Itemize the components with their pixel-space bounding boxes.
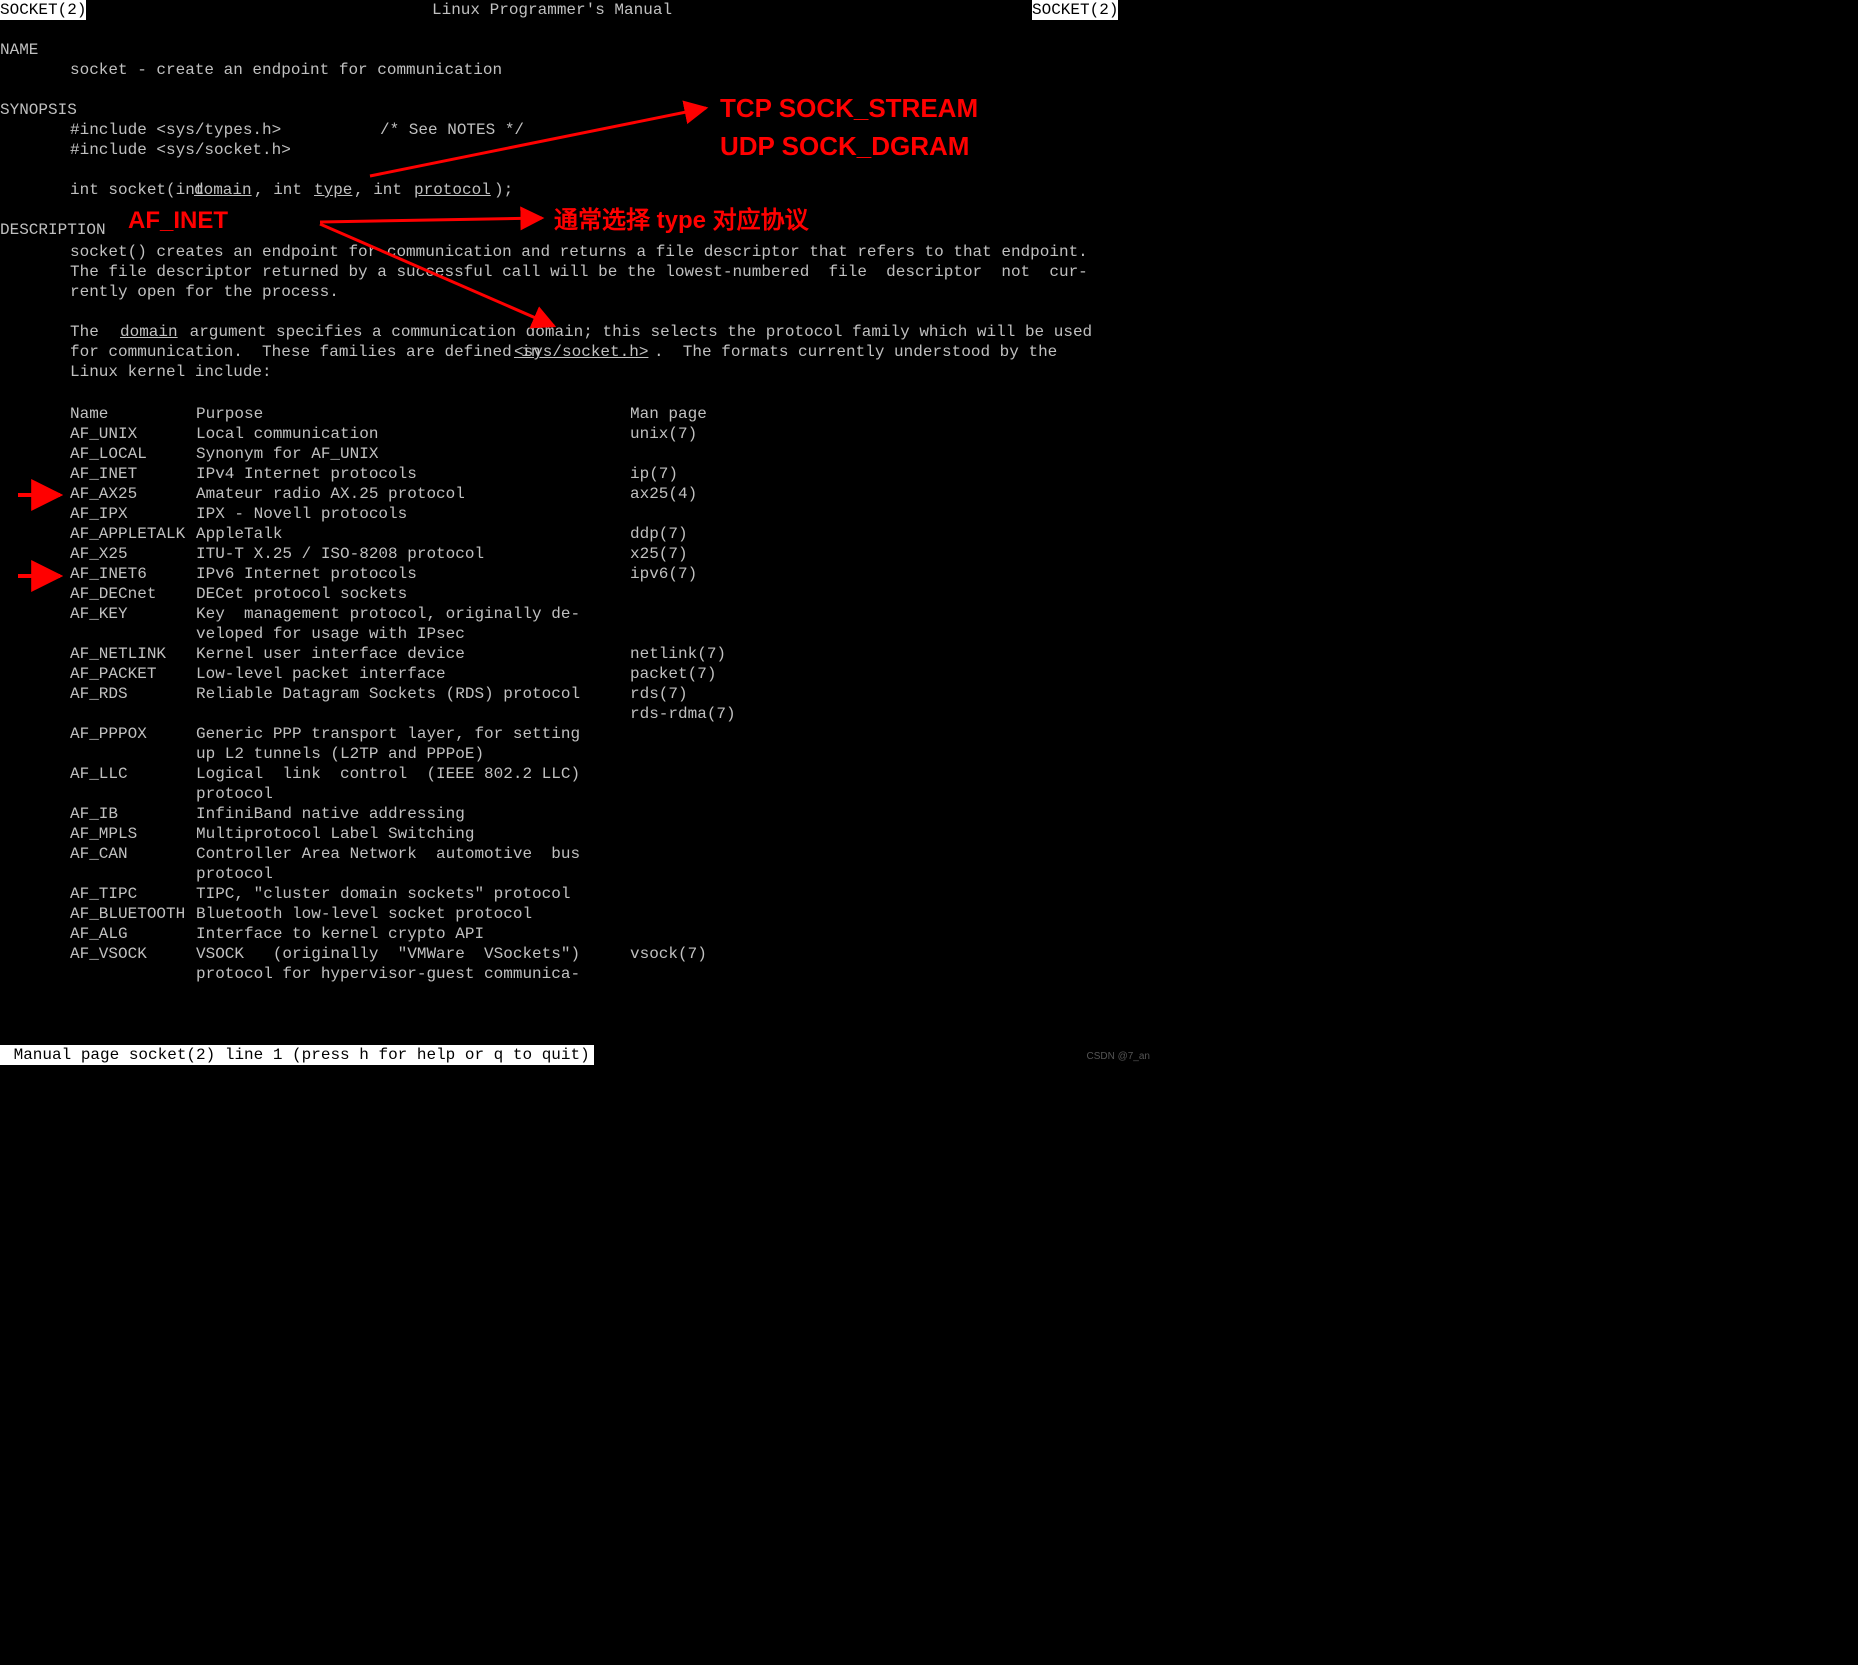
tbl-purpose-19: Bluetooth low-level socket protocol bbox=[196, 904, 532, 924]
desc-para2b: argument specifies a communication domai… bbox=[180, 322, 1092, 342]
tbl-name-21: AF_VSOCK bbox=[70, 944, 147, 964]
tbl-name-14: AF_LLC bbox=[70, 764, 128, 784]
tbl-purpose-6: ITU-T X.25 / ISO-8208 protocol bbox=[196, 544, 484, 564]
tbl-purpose-7: IPv6 Internet protocols bbox=[196, 564, 417, 584]
tbl-man-2: ip(7) bbox=[630, 464, 678, 484]
tbl-man-21: vsock(7) bbox=[630, 944, 707, 964]
tbl-purpose-14: Logical link control (IEEE 802.2 LLC) pr… bbox=[196, 764, 580, 804]
tbl-name-6: AF_X25 bbox=[70, 544, 128, 564]
tbl-name-11: AF_PACKET bbox=[70, 664, 156, 684]
tbl-purpose-20: Interface to kernel crypto API bbox=[196, 924, 484, 944]
annotation-protocol: 通常选择 type 对应协议 bbox=[554, 206, 809, 236]
tbl-man-7: ipv6(7) bbox=[630, 564, 697, 584]
tbl-name-7: AF_INET6 bbox=[70, 564, 147, 584]
tbl-name-8: AF_DECnet bbox=[70, 584, 156, 604]
tbl-name-1: AF_LOCAL bbox=[70, 444, 147, 464]
header-left: SOCKET(2) bbox=[0, 0, 86, 20]
tbl-purpose-12: Reliable Datagram Sockets (RDS) protocol bbox=[196, 684, 580, 704]
watermark: CSDN @7_an bbox=[1086, 1051, 1150, 1064]
tbl-name-20: AF_ALG bbox=[70, 924, 128, 944]
tbl-purpose-10: Kernel user interface device bbox=[196, 644, 465, 664]
desc-para2e: Linux kernel include: bbox=[70, 362, 272, 382]
annotation-udp: UDP SOCK_DGRAM bbox=[720, 130, 969, 163]
sig-protocol: protocol bbox=[414, 180, 491, 200]
tbl-name-18: AF_TIPC bbox=[70, 884, 137, 904]
tbl-name-0: AF_UNIX bbox=[70, 424, 137, 444]
tbl-purpose-15: InfiniBand native addressing bbox=[196, 804, 465, 824]
section-synopsis: SYNOPSIS bbox=[0, 100, 77, 120]
tbl-purpose-8: DECet protocol sockets bbox=[196, 584, 407, 604]
sig-part4: ); bbox=[494, 180, 513, 200]
section-name: NAME bbox=[0, 40, 38, 60]
include2: #include <sys/socket.h> bbox=[70, 140, 291, 160]
tbl-man-0: unix(7) bbox=[630, 424, 697, 444]
desc-para2a: The bbox=[70, 322, 118, 342]
annotation-af-inet: AF_INET bbox=[128, 206, 228, 236]
tbl-purpose-11: Low-level packet interface bbox=[196, 664, 446, 684]
header-right: SOCKET(2) bbox=[1032, 0, 1118, 20]
tbl-name-5: AF_APPLETALK bbox=[70, 524, 185, 544]
tbl-purpose-2: IPv4 Internet protocols bbox=[196, 464, 417, 484]
name-line: socket - create an endpoint for communic… bbox=[70, 60, 502, 80]
tbl-name-17: AF_CAN bbox=[70, 844, 128, 864]
tbl-purpose-3: Amateur radio AX.25 protocol bbox=[196, 484, 465, 504]
tbl-man-5: ddp(7) bbox=[630, 524, 688, 544]
sig-type: type bbox=[314, 180, 352, 200]
header-center: Linux Programmer's Manual bbox=[432, 0, 672, 20]
tbl-purpose-4: IPX - Novell protocols bbox=[196, 504, 407, 524]
desc-domain-u: domain bbox=[120, 322, 178, 342]
tbl-purpose-9: Key management protocol, originally de- … bbox=[196, 604, 580, 644]
desc-syssocket-u: <sys/socket.h> bbox=[514, 342, 648, 362]
tbl-man-3: ax25(4) bbox=[630, 484, 697, 504]
include1-comment: /* See NOTES */ bbox=[380, 120, 524, 140]
tbl-name-16: AF_MPLS bbox=[70, 824, 137, 844]
include1: #include <sys/types.h> bbox=[70, 120, 281, 140]
tbl-purpose-21: VSOCK (originally "VMWare VSockets") pro… bbox=[196, 944, 580, 984]
tbl-man-10: netlink(7) bbox=[630, 644, 726, 664]
tbl-man-12: rds(7) rds-rdma(7) bbox=[630, 684, 736, 724]
desc-para2d: . The formats currently understood by th… bbox=[654, 342, 1057, 362]
tbl-h3: Man page bbox=[630, 404, 707, 424]
tbl-name-15: AF_IB bbox=[70, 804, 118, 824]
tbl-purpose-0: Local communication bbox=[196, 424, 378, 444]
sig-domain: domain bbox=[194, 180, 252, 200]
tbl-name-12: AF_RDS bbox=[70, 684, 128, 704]
sig-part3: , int bbox=[354, 180, 412, 200]
tbl-purpose-5: AppleTalk bbox=[196, 524, 282, 544]
sig-part2: , int bbox=[254, 180, 312, 200]
tbl-h2: Purpose bbox=[196, 404, 263, 424]
tbl-man-6: x25(7) bbox=[630, 544, 688, 564]
tbl-name-2: AF_INET bbox=[70, 464, 137, 484]
sig-part1: int socket(int bbox=[70, 180, 214, 200]
desc-para2c: for communication. These families are de… bbox=[70, 342, 550, 362]
tbl-name-10: AF_NETLINK bbox=[70, 644, 166, 664]
annotation-tcp: TCP SOCK_STREAM bbox=[720, 92, 978, 125]
tbl-name-3: AF_AX25 bbox=[70, 484, 137, 504]
tbl-purpose-16: Multiprotocol Label Switching bbox=[196, 824, 474, 844]
tbl-name-4: AF_IPX bbox=[70, 504, 128, 524]
tbl-purpose-18: TIPC, "cluster domain sockets" protocol bbox=[196, 884, 570, 904]
tbl-purpose-13: Generic PPP transport layer, for setting… bbox=[196, 724, 580, 764]
tbl-h1: Name bbox=[70, 404, 108, 424]
desc-para1: socket() creates an endpoint for communi… bbox=[70, 242, 1088, 302]
tbl-purpose-1: Synonym for AF_UNIX bbox=[196, 444, 378, 464]
tbl-name-19: AF_BLUETOOTH bbox=[70, 904, 185, 924]
status-line[interactable]: Manual page socket(2) line 1 (press h fo… bbox=[0, 1045, 594, 1065]
tbl-man-11: packet(7) bbox=[630, 664, 716, 684]
tbl-purpose-17: Controller Area Network automotive bus p… bbox=[196, 844, 580, 884]
tbl-name-9: AF_KEY bbox=[70, 604, 128, 624]
tbl-name-13: AF_PPPOX bbox=[70, 724, 147, 744]
section-description: DESCRIPTION bbox=[0, 220, 106, 240]
